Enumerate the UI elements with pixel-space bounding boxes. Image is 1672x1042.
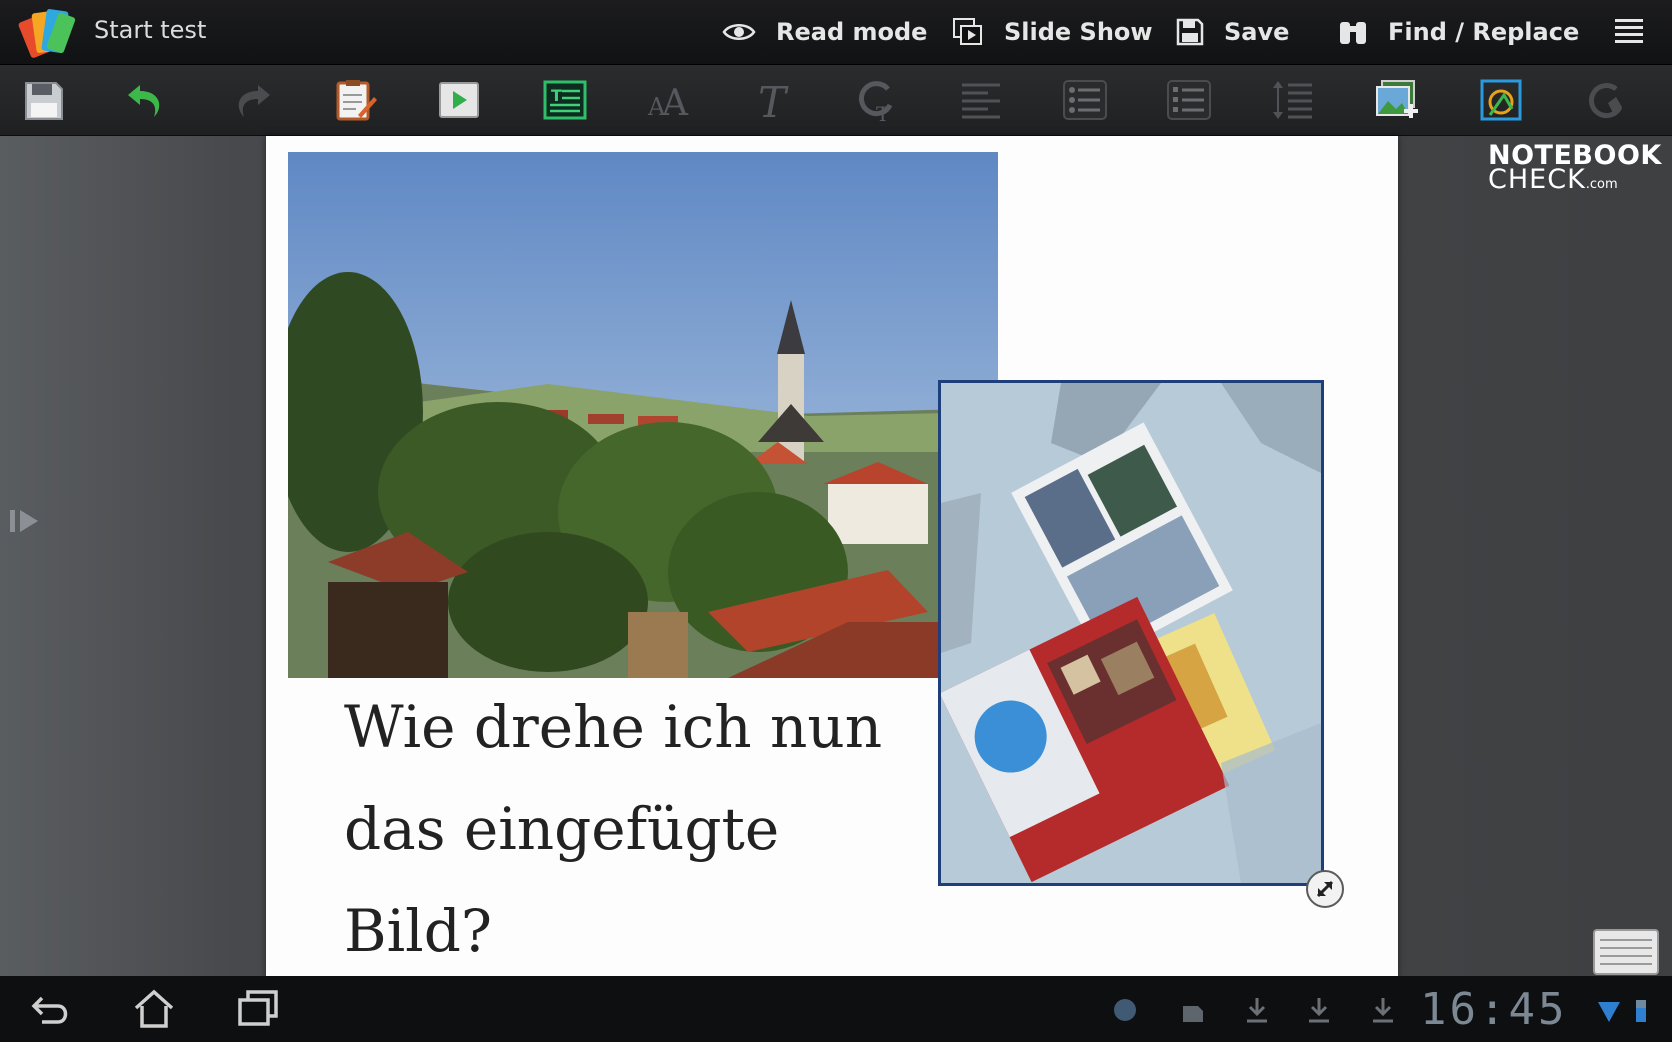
- play-slide-button[interactable]: [434, 75, 484, 125]
- magazines-photo-image: [941, 383, 1321, 883]
- redo-icon: [238, 85, 270, 117]
- insert-picture-button[interactable]: [1372, 75, 1422, 125]
- fill-color-button[interactable]: [1580, 75, 1630, 125]
- slide-panel-toggle-icon[interactable]: [6, 506, 46, 536]
- save-button[interactable]: Save: [1176, 12, 1289, 52]
- notes-button[interactable]: [330, 75, 380, 125]
- text-color-icon: T: [859, 81, 893, 123]
- slideshow-icon: [953, 18, 982, 45]
- font-size-button[interactable]: A A: [644, 75, 694, 125]
- slide-text-line1: Wie drehe ich nun: [344, 693, 883, 761]
- svg-text:T: T: [551, 86, 562, 105]
- toolbar-save-button[interactable]: [18, 75, 68, 125]
- numbered-list-button[interactable]: [1164, 75, 1214, 125]
- magazines-photo[interactable]: [938, 380, 1324, 886]
- bullet-list-icon: [1063, 80, 1107, 120]
- floppy-icon: [1176, 18, 1204, 46]
- slide-show-button[interactable]: Slide Show: [952, 12, 1153, 52]
- slide-show-label: Slide Show: [1004, 18, 1153, 46]
- battery-icon: [1636, 1000, 1646, 1022]
- insert-picture-icon: [1376, 80, 1418, 118]
- globe-status-icon: [1114, 999, 1136, 1021]
- svg-text:A: A: [661, 83, 689, 123]
- binoculars-icon: [1340, 22, 1366, 44]
- italic-t-icon: T: [758, 78, 789, 123]
- download-icon: [1309, 998, 1329, 1023]
- back-icon[interactable]: [28, 986, 76, 1030]
- keyboard-icon[interactable]: [1592, 926, 1660, 976]
- line-spacing-icon: [1273, 81, 1312, 119]
- slide-text-box[interactable]: Wie drehe ich nun das eingefügte Bild?: [344, 676, 944, 982]
- fill-color-icon: [1588, 83, 1623, 118]
- play-slide-icon: [439, 82, 479, 118]
- download-icon: [1373, 998, 1393, 1023]
- download-icon: [1247, 998, 1267, 1023]
- watermark-line2: CHECK: [1488, 164, 1586, 195]
- find-replace-label: Find / Replace: [1388, 18, 1580, 46]
- svg-text:T: T: [758, 78, 789, 123]
- village-photo-image: [288, 152, 998, 678]
- formatting-toolbar: T A A T T: [0, 65, 1672, 136]
- home-icon[interactable]: [130, 986, 178, 1030]
- text-box-button[interactable]: T: [540, 75, 590, 125]
- find-replace-button[interactable]: Find / Replace: [1338, 12, 1579, 52]
- align-left-icon: [962, 83, 1000, 119]
- align-button[interactable]: [956, 75, 1006, 125]
- status-clock: 16:45: [1420, 984, 1568, 1035]
- overflow-menu-icon[interactable]: [1612, 14, 1646, 48]
- text-style-button[interactable]: T: [748, 75, 798, 125]
- redo-button[interactable]: [226, 75, 276, 125]
- notepad-pen-icon: [336, 80, 377, 121]
- read-mode-label: Read mode: [776, 18, 928, 46]
- font-size-icon: A A: [647, 83, 689, 123]
- notification-status-icon: [1183, 1006, 1203, 1022]
- line-spacing-button[interactable]: [1268, 75, 1318, 125]
- floppy-icon: [25, 82, 63, 120]
- slide-canvas[interactable]: Wie drehe ich nun das eingefügte Bild?: [266, 136, 1398, 978]
- action-bar: Start test Read mode Slide Show Save Fin…: [0, 0, 1672, 65]
- system-navigation-bar: 16:45: [0, 976, 1672, 1042]
- eye-icon: [722, 24, 756, 40]
- recent-apps-icon[interactable]: [234, 986, 282, 1030]
- slide-text-line2: das eingefügte Bild?: [344, 795, 780, 965]
- text-color-button[interactable]: T: [852, 75, 902, 125]
- read-mode-button[interactable]: Read mode: [722, 12, 927, 52]
- insert-shape-icon: [1480, 79, 1522, 121]
- numbered-list-icon: [1167, 80, 1211, 120]
- save-label: Save: [1224, 18, 1290, 46]
- resize-arrow-icon: [1316, 880, 1334, 898]
- image-rotate-handle[interactable]: [1306, 870, 1344, 908]
- notebookcheck-watermark: NOTEBOOK CHECK.com: [1488, 142, 1663, 197]
- watermark-suffix: .com: [1585, 177, 1618, 192]
- slide-workspace: NOTEBOOK CHECK.com Wie drehe ich nun das…: [0, 136, 1672, 978]
- bullet-list-button[interactable]: [1060, 75, 1110, 125]
- undo-icon: [128, 85, 160, 117]
- village-photo[interactable]: [288, 152, 998, 678]
- text-box-icon: T: [543, 80, 587, 120]
- app-logo-icon[interactable]: [14, 4, 78, 60]
- wifi-icon: [1598, 1002, 1620, 1022]
- svg-text:T: T: [876, 102, 890, 123]
- document-title: Start test: [94, 16, 207, 44]
- undo-button[interactable]: [122, 75, 172, 125]
- insert-shape-button[interactable]: [1476, 75, 1526, 125]
